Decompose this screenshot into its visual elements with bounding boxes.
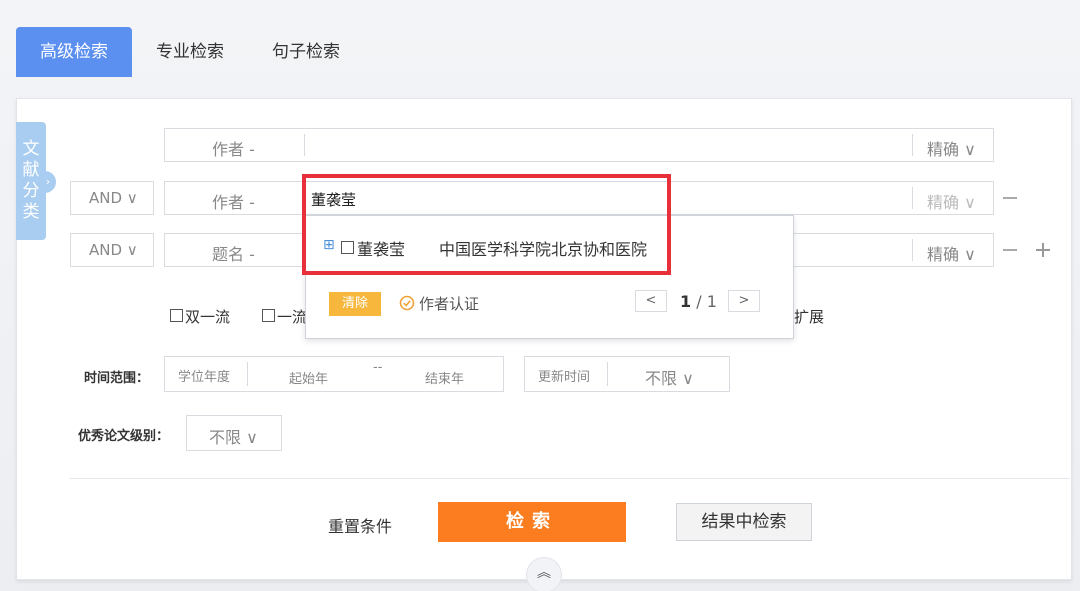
checkbox-label: 双一流: [185, 308, 231, 326]
divider: [607, 362, 608, 386]
checkbox-double-first-class[interactable]: [170, 309, 183, 322]
divider-line: [70, 478, 1070, 479]
prev-page-button[interactable]: <: [635, 290, 667, 312]
checkbox-label: 一流: [277, 308, 308, 326]
remove-row-button[interactable]: [1003, 249, 1017, 251]
logic-select-label: AND ∨: [89, 241, 138, 259]
check-circle-icon: [399, 295, 415, 311]
page-indicator: 1 / 1: [680, 292, 717, 311]
remove-row-button[interactable]: [1003, 197, 1017, 199]
field-select-1[interactable]: 作者 -: [212, 136, 255, 160]
match-select-2[interactable]: 精确 ∨: [927, 189, 976, 213]
tab-advanced-search[interactable]: 高级检索: [16, 27, 132, 77]
highlight-frame: [302, 174, 671, 275]
end-year-input[interactable]: 结束年: [425, 368, 464, 387]
collapse-icon[interactable]: ︽: [526, 557, 562, 591]
degree-year-select[interactable]: 学位年度: [178, 366, 230, 385]
divider: [304, 134, 305, 156]
start-year-input[interactable]: 起始年: [289, 368, 328, 387]
update-time-label: 更新时间: [538, 370, 591, 385]
search-within-results-button[interactable]: 结果中检索: [676, 503, 812, 541]
divider: [912, 187, 913, 209]
update-time-select[interactable]: 不限 ∨: [645, 365, 694, 389]
divider: [912, 134, 913, 156]
checkbox-first-class[interactable]: [262, 309, 275, 322]
tab-professional-search[interactable]: 专业检索: [140, 27, 240, 77]
field-select-3[interactable]: 题名 -: [212, 241, 255, 265]
category-char: 文: [22, 139, 40, 159]
search-input-1[interactable]: [306, 130, 910, 160]
excellent-thesis-label: 优秀论文级别：: [78, 429, 170, 444]
total-pages: 1: [706, 292, 717, 311]
field-select-2[interactable]: 作者 -: [212, 189, 255, 213]
divider: [247, 362, 248, 386]
divider: [912, 239, 913, 261]
logic-select-label: AND ∨: [89, 189, 138, 207]
extend-label[interactable]: 扩展: [794, 306, 824, 327]
tab-sentence-search[interactable]: 句子检索: [256, 27, 356, 77]
search-button[interactable]: 检索: [438, 502, 626, 542]
time-range-label: 时间范围：: [84, 371, 150, 386]
clear-button[interactable]: 清除: [329, 292, 381, 316]
category-char: 类: [22, 202, 40, 222]
add-row-button[interactable]: [1042, 243, 1044, 257]
match-select-3[interactable]: 精确 ∨: [927, 241, 976, 265]
author-verify-label[interactable]: 作者认证: [419, 293, 479, 314]
page-separator: /: [691, 292, 707, 311]
match-select-1[interactable]: 精确 ∨: [927, 136, 976, 160]
range-separator: --: [373, 360, 383, 375]
reset-conditions-button[interactable]: 重置条件: [328, 513, 392, 537]
excellent-thesis-value: 不限 ∨: [209, 428, 258, 447]
next-page-button[interactable]: >: [728, 290, 760, 312]
current-page: 1: [680, 292, 692, 311]
